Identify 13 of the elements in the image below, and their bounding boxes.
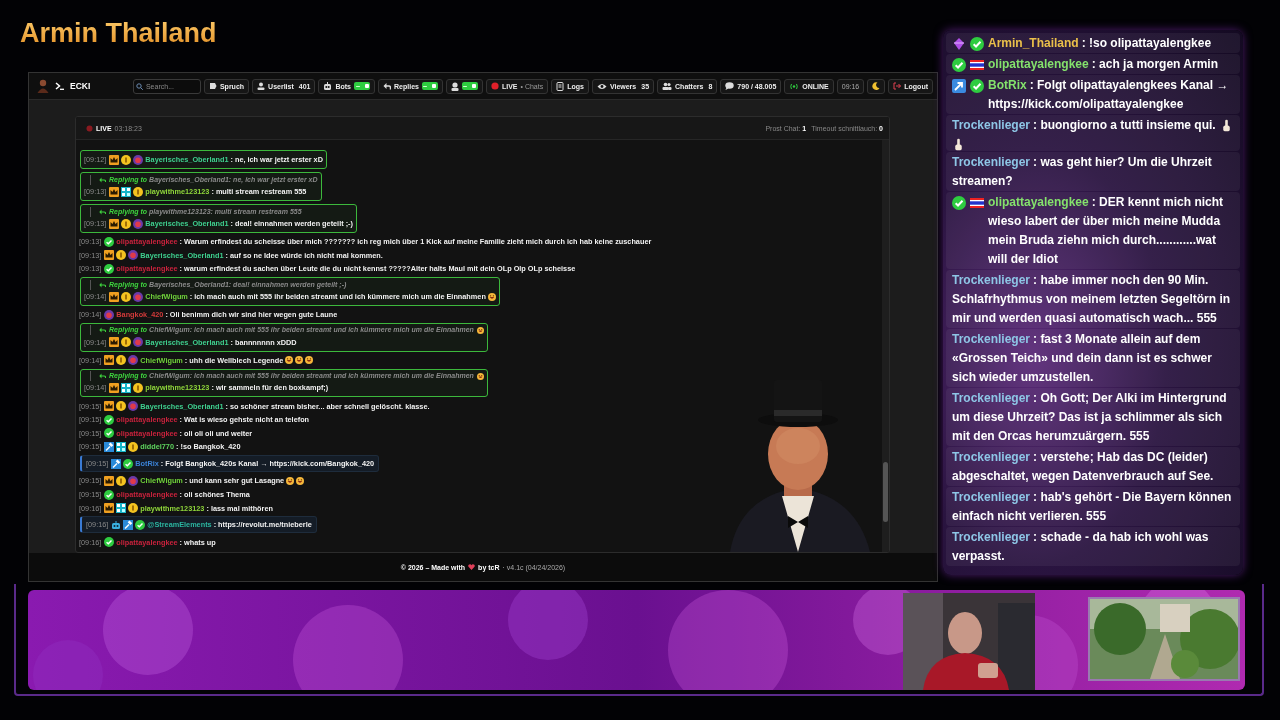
app-brand: ECKI	[70, 81, 91, 91]
chat-message: Trockenlieger : hab's gehört - Die Bayern können einfach nicht verlieren. 555	[952, 488, 1233, 525]
chat-message: Armin_Thailand : !so olipattayalengkee	[988, 34, 1213, 52]
chat-message: Trockenlieger : habe immer noch den 90 Min. Schlafrhythmus von meinem letzten Segeltörn in mir und werden quasi automatisch wach... 555	[952, 271, 1232, 327]
chat-message: BotRix : Folgt olipattayalengkees Kanal → https://kick.com/olipattayalengkee	[988, 76, 1230, 113]
chat-message: Trockenlieger : buongiorno a tutti insieme qui.	[952, 116, 1216, 134]
chat-message: olipattayalengkee : DER kennt mich nicht wieso labert der über mich meine Mudda mein Bruda ziehn mich durch............wat will der Idiot	[988, 193, 1225, 268]
chat-message: Trockenlieger : fast 3 Monate allein auf dem «Grossen Teich» und dein dann ist es schwer sich wieder umzustellen.	[952, 330, 1213, 386]
chat-message: Trockenlieger : schade - da hab ich wohl was verpasst.	[952, 528, 1210, 565]
chat-message: olipattayalengkee : ach ja morgen Armin	[988, 55, 1219, 73]
chat-message: Trockenlieger : was geht hier? Um die Uhrzeit streamen?	[952, 153, 1213, 190]
chat-message: Trockenlieger : Oh Gott; Der Alki im Hintergrund um diese Uhrzeit? Das ist ja schlimmer als sich mit den Orcas herumzuärgern. 555	[952, 389, 1228, 445]
chat-message: Trockenlieger : verstehe; Hab das DC (leider) abgeschaltet, wegen Datenverbrauch auf See.	[952, 448, 1215, 485]
